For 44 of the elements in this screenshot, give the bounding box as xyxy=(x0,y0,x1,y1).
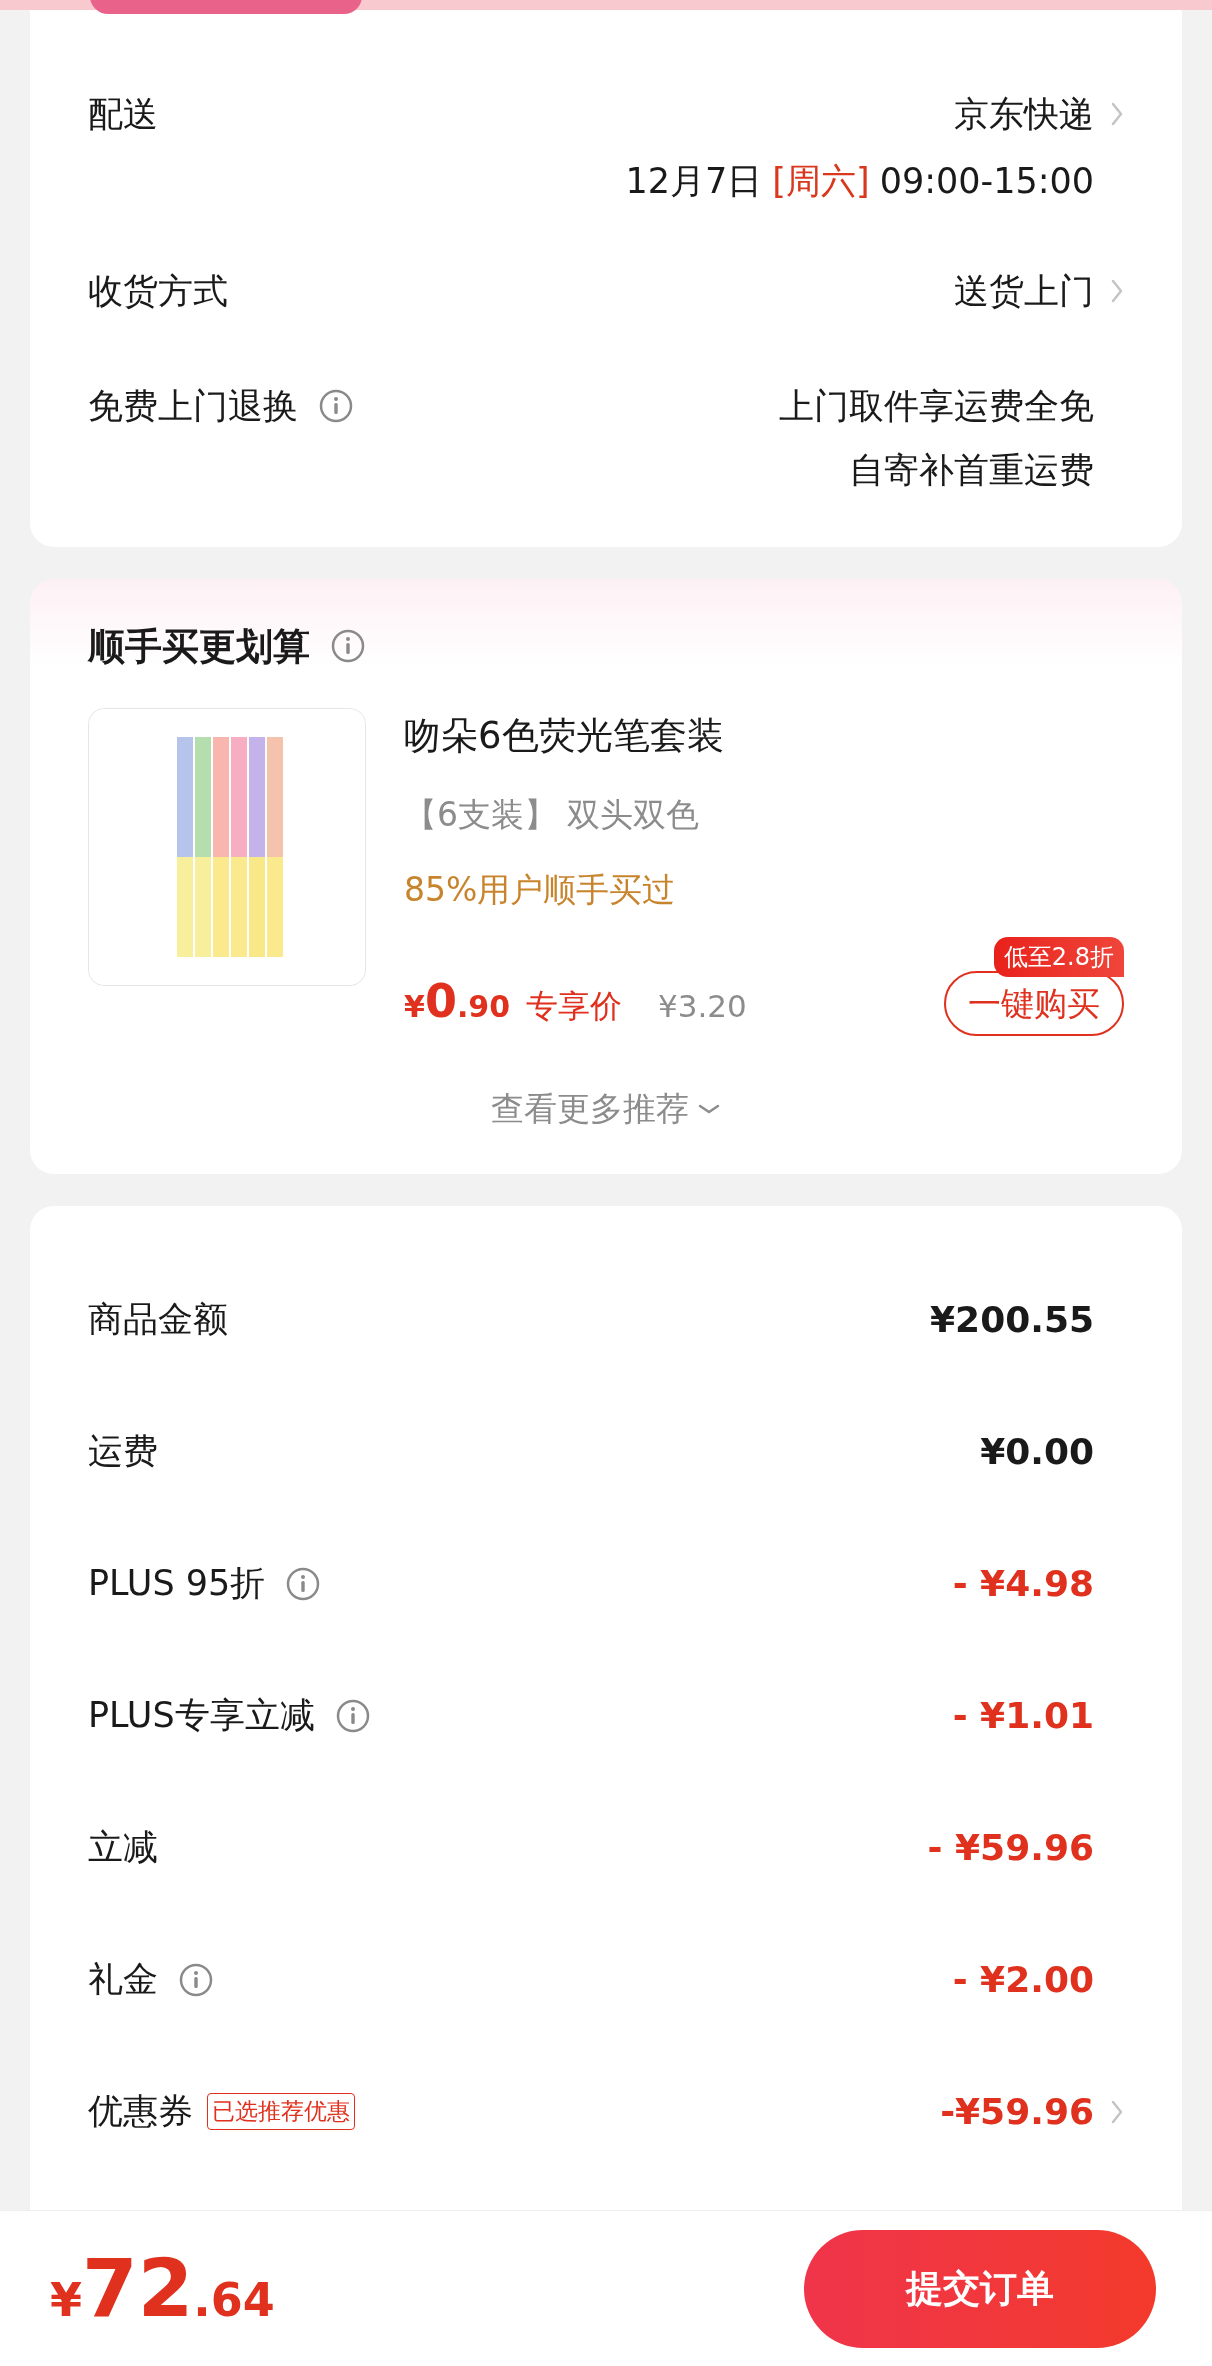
price: ¥0.90 xyxy=(404,973,511,1030)
amount-value: - ¥1.01 xyxy=(952,1693,1094,1738)
chevron-right-icon xyxy=(1110,101,1124,128)
info-icon[interactable] xyxy=(330,628,366,665)
section-title: 顺手买更划算 xyxy=(88,623,310,670)
coupon-tag: 已选推荐优惠 xyxy=(207,2093,355,2130)
discount-badge: 低至2.8折 xyxy=(993,936,1124,977)
amount-value[interactable]: -¥59.96 xyxy=(940,2084,1094,2139)
more-recommendations-link[interactable]: 查看更多推荐 xyxy=(491,1084,721,1134)
amount-value: - ¥59.96 xyxy=(927,1825,1094,1870)
product-spec: 【6支装】 双头双色 xyxy=(404,793,701,836)
buy-now-button[interactable]: 一键购买 xyxy=(944,970,1124,1036)
amount-value: ¥0.00 xyxy=(980,1429,1094,1474)
info-icon[interactable] xyxy=(334,1697,371,1734)
info-icon[interactable] xyxy=(178,1961,214,1998)
row-label: 礼金 xyxy=(88,1958,158,2002)
row-label: 商品金额 xyxy=(88,1298,228,1342)
original-price: ¥3.20 xyxy=(658,987,747,1026)
info-icon[interactable] xyxy=(318,387,354,424)
purchase-stat: 85%用户顺手买过 xyxy=(404,869,677,911)
amount-value: ¥200.55 xyxy=(930,1297,1094,1342)
price-label: 专享价 xyxy=(526,986,623,1027)
total-price: ¥72.64 xyxy=(50,2240,275,2337)
delivery-date: 12月7日 xyxy=(625,159,763,203)
row-label: 免费上门退换 xyxy=(88,384,298,428)
info-icon[interactable] xyxy=(285,1565,322,1602)
amount-value: - ¥4.98 xyxy=(952,1561,1094,1606)
returns-note: 自寄补首重运费 xyxy=(849,449,1094,492)
product-name[interactable]: 吻朵6色荧光笔套装 xyxy=(404,708,1124,764)
row-label: 配送 xyxy=(88,93,158,136)
chevron-right-icon xyxy=(1110,278,1124,305)
row-label: 立减 xyxy=(88,1826,158,1870)
receive-method-value[interactable]: 送货上门 xyxy=(954,265,1094,318)
row-label: 优惠券 xyxy=(88,2090,193,2134)
returns-note: 上门取件享运费全免 xyxy=(779,384,1094,428)
row-label: 运费 xyxy=(88,1430,158,1474)
delivery-weekday: [周六] xyxy=(772,159,870,203)
row-label: PLUS 95折 xyxy=(88,1562,266,1606)
submit-order-button[interactable]: 提交订单 xyxy=(804,2229,1156,2348)
row-label: PLUS专享立减 xyxy=(88,1694,315,1738)
delivery-time: 09:00-15:00 xyxy=(879,159,1094,203)
row-label: 收货方式 xyxy=(88,270,228,313)
courier-value[interactable]: 京东快递 xyxy=(954,88,1094,141)
amount-value: - ¥2.00 xyxy=(952,1957,1094,2002)
